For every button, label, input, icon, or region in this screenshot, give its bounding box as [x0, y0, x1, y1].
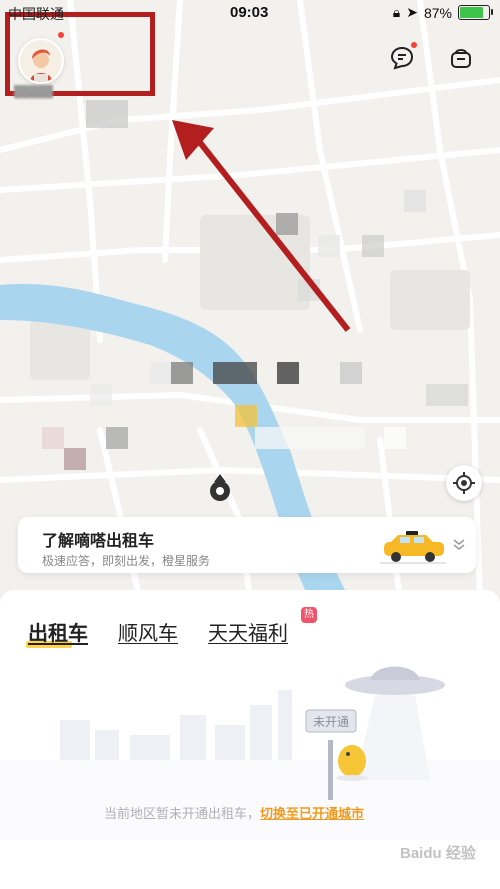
avatar-illustration-icon: [20, 40, 62, 82]
chat-bubble-icon: [390, 46, 414, 70]
tab-taxi[interactable]: 出租车: [26, 617, 88, 648]
avatar[interactable]: [18, 38, 64, 84]
location-arrow-icon: ➤: [406, 4, 418, 20]
wallet-button[interactable]: [443, 40, 479, 76]
tab-carpool[interactable]: 顺风车: [118, 617, 178, 646]
status-bar: 中国联通 09:03 🔒︎ ➤ 87%: [0, 0, 500, 26]
notification-dot: [58, 32, 64, 38]
carrier-label: 中国联通: [8, 6, 64, 22]
promo-title: 了解嘀嗒出租车: [42, 533, 155, 550]
locate-me-button[interactable]: [446, 465, 482, 501]
promo-card[interactable]: 了解嘀嗒出租车 极速应答，即刻出发，橙星服务: [18, 517, 476, 573]
tab-daily-rewards[interactable]: 天天福利: [208, 617, 288, 646]
status-icons: 🔒︎ ➤ 87%: [392, 4, 493, 21]
notice-text: 当前地区暂未开通出租车，: [104, 806, 261, 821]
promo-subtitle: 极速应答，即刻出发，橙星服务: [42, 554, 211, 568]
nickname-blurred: █████: [14, 86, 53, 98]
battery-icon: [458, 5, 493, 20]
rotation-lock-icon: 🔒︎: [392, 4, 401, 20]
service-tabs: 出租车 顺风车 天天福利: [26, 617, 288, 648]
watermark: Baidu 经验: [400, 845, 476, 862]
sign-text: 未开通: [313, 715, 349, 729]
coin-box-icon: [451, 49, 471, 68]
message-notification-dot: [411, 42, 417, 48]
switch-city-link[interactable]: 切换至已开通城市: [260, 806, 364, 821]
clock: 09:03: [230, 4, 269, 21]
chevron-down-icon[interactable]: [452, 537, 466, 551]
hot-badge: 热: [301, 607, 317, 623]
taxi-icon: [380, 531, 446, 564]
availability-notice: 当前地区暂未开通出租车，切换至已开通城市: [104, 803, 364, 822]
battery-percent: 87%: [423, 4, 452, 21]
crosshair-icon: [453, 472, 475, 494]
